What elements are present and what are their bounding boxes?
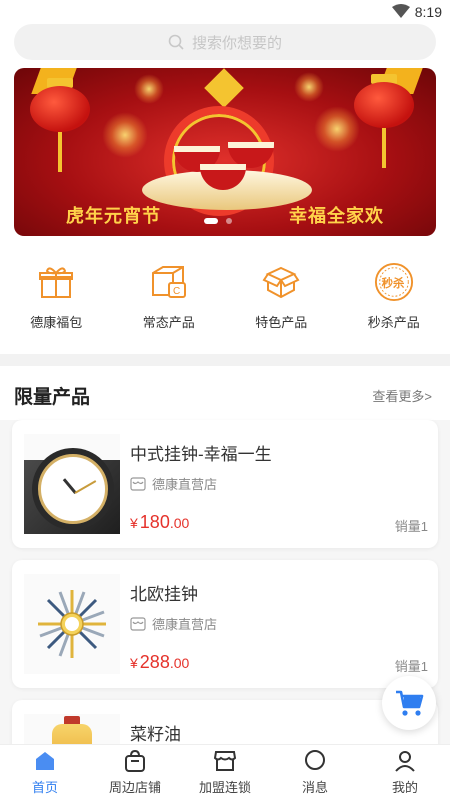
store-info: 德康直营店 — [130, 474, 217, 493]
category-label: 常态产品 — [142, 315, 195, 330]
package-open-icon — [261, 262, 301, 302]
category-label: 特色产品 — [255, 315, 308, 330]
shopping-bag-icon — [125, 749, 145, 772]
nav-messages[interactable]: 消息 — [270, 745, 360, 800]
nav-label: 首页 — [31, 780, 58, 795]
nav-label: 消息 — [301, 780, 328, 795]
status-bar: 8:19 — [0, 0, 450, 24]
store-name: 德康直营店 — [152, 477, 218, 492]
pagination-dot-active[interactable] — [204, 218, 218, 224]
product-image — [24, 574, 120, 674]
currency-symbol: ¥ — [130, 515, 138, 531]
sunburst-clock-image — [38, 590, 106, 658]
section-header: 限量产品 查看更多> — [0, 366, 450, 420]
firework-image — [314, 106, 360, 152]
category-special-products[interactable]: 特色产品 — [231, 262, 331, 334]
view-more-link[interactable]: 查看更多> — [372, 386, 432, 405]
lantern-image — [354, 82, 414, 128]
section-title: 限量产品 — [14, 387, 91, 408]
nav-franchise[interactable]: 加盟连锁 — [180, 745, 270, 800]
pagination-dot[interactable] — [226, 218, 232, 224]
product-name: 菜籽油 — [130, 725, 181, 744]
product-name: 中式挂钟-幸福一生 — [130, 445, 272, 464]
user-icon — [395, 751, 415, 772]
flash-sale-icon: 秒杀 — [374, 262, 414, 302]
wifi-icon — [392, 4, 410, 18]
firework-image — [102, 112, 148, 158]
category-flash-sale[interactable]: 秒杀 秒杀产品 — [344, 262, 444, 334]
nav-label: 周边店铺 — [108, 780, 161, 795]
category-regular-products[interactable]: C 常态产品 — [119, 262, 219, 334]
promo-banner[interactable]: 虎年元宵节 幸福全家欢 — [14, 68, 436, 236]
message-icon — [305, 750, 325, 770]
lantern-tassel — [58, 132, 62, 172]
status-time: 8:19 — [414, 4, 442, 20]
store-name: 德康直营店 — [152, 617, 218, 632]
product-name: 北欧挂钟 — [130, 585, 198, 604]
gift-icon — [36, 262, 76, 302]
product-price: ¥288.00 — [130, 652, 189, 673]
price-integer: 180 — [139, 512, 170, 532]
cart-icon — [396, 690, 424, 716]
nav-profile[interactable]: 我的 — [360, 745, 450, 800]
limited-products-section: 限量产品 查看更多> 中式挂钟-幸福一生 德康直营店 ¥180.00 销量1 北… — [0, 366, 450, 760]
search-icon — [168, 34, 184, 50]
search-placeholder: 搜索你想要的 — [191, 34, 282, 52]
svg-text:C: C — [173, 286, 180, 297]
category-label: 德康福包 — [30, 315, 83, 330]
category-label: 秒杀产品 — [367, 315, 420, 330]
clock-image — [38, 454, 108, 524]
nav-label: 我的 — [391, 780, 418, 795]
home-icon — [36, 752, 54, 770]
banner-caption-right: 幸福全家欢 — [289, 206, 384, 226]
category-debang-gift[interactable]: 德康福包 — [6, 262, 106, 334]
nav-nearby-shops[interactable]: 周边店铺 — [90, 745, 180, 800]
price-decimal: .00 — [169, 515, 190, 531]
product-card[interactable]: 北欧挂钟 德康直营店 ¥288.00 销量1 — [12, 560, 438, 688]
product-image — [24, 434, 120, 534]
store-info: 德康直营店 — [130, 614, 217, 633]
bottom-nav: 首页 周边店铺 加盟连锁 消息 我的 — [0, 744, 450, 800]
banner-caption-left: 虎年元宵节 — [66, 206, 161, 226]
lantern-image — [30, 86, 90, 132]
store-icon — [130, 476, 146, 491]
category-grid: 德康福包 C 常态产品 特色产品 秒杀 秒杀产品 — [0, 262, 450, 334]
firework-image — [134, 74, 164, 104]
firework-image — [294, 72, 324, 102]
price-decimal: .00 — [169, 655, 190, 671]
sales-count: 销量1 — [394, 519, 428, 534]
search-bar[interactable]: 搜索你想要的 — [14, 24, 436, 60]
banner-pagination — [204, 218, 232, 224]
cart-button[interactable] — [382, 676, 436, 730]
product-card[interactable]: 中式挂钟-幸福一生 德康直营店 ¥180.00 销量1 — [12, 420, 438, 548]
store-icon — [213, 751, 237, 771]
nav-home[interactable]: 首页 — [0, 745, 90, 800]
store-icon — [130, 616, 146, 631]
currency-symbol: ¥ — [130, 655, 138, 671]
fu-diamond — [204, 68, 244, 108]
lantern-tassel — [382, 128, 386, 168]
product-price: ¥180.00 — [130, 512, 189, 533]
svg-text:秒杀: 秒杀 — [381, 276, 404, 290]
price-integer: 288 — [139, 652, 170, 672]
clock-hand — [74, 480, 97, 494]
sales-count: 销量1 — [394, 659, 428, 674]
nav-label: 加盟连锁 — [198, 780, 251, 795]
box-c-icon: C — [149, 262, 189, 302]
